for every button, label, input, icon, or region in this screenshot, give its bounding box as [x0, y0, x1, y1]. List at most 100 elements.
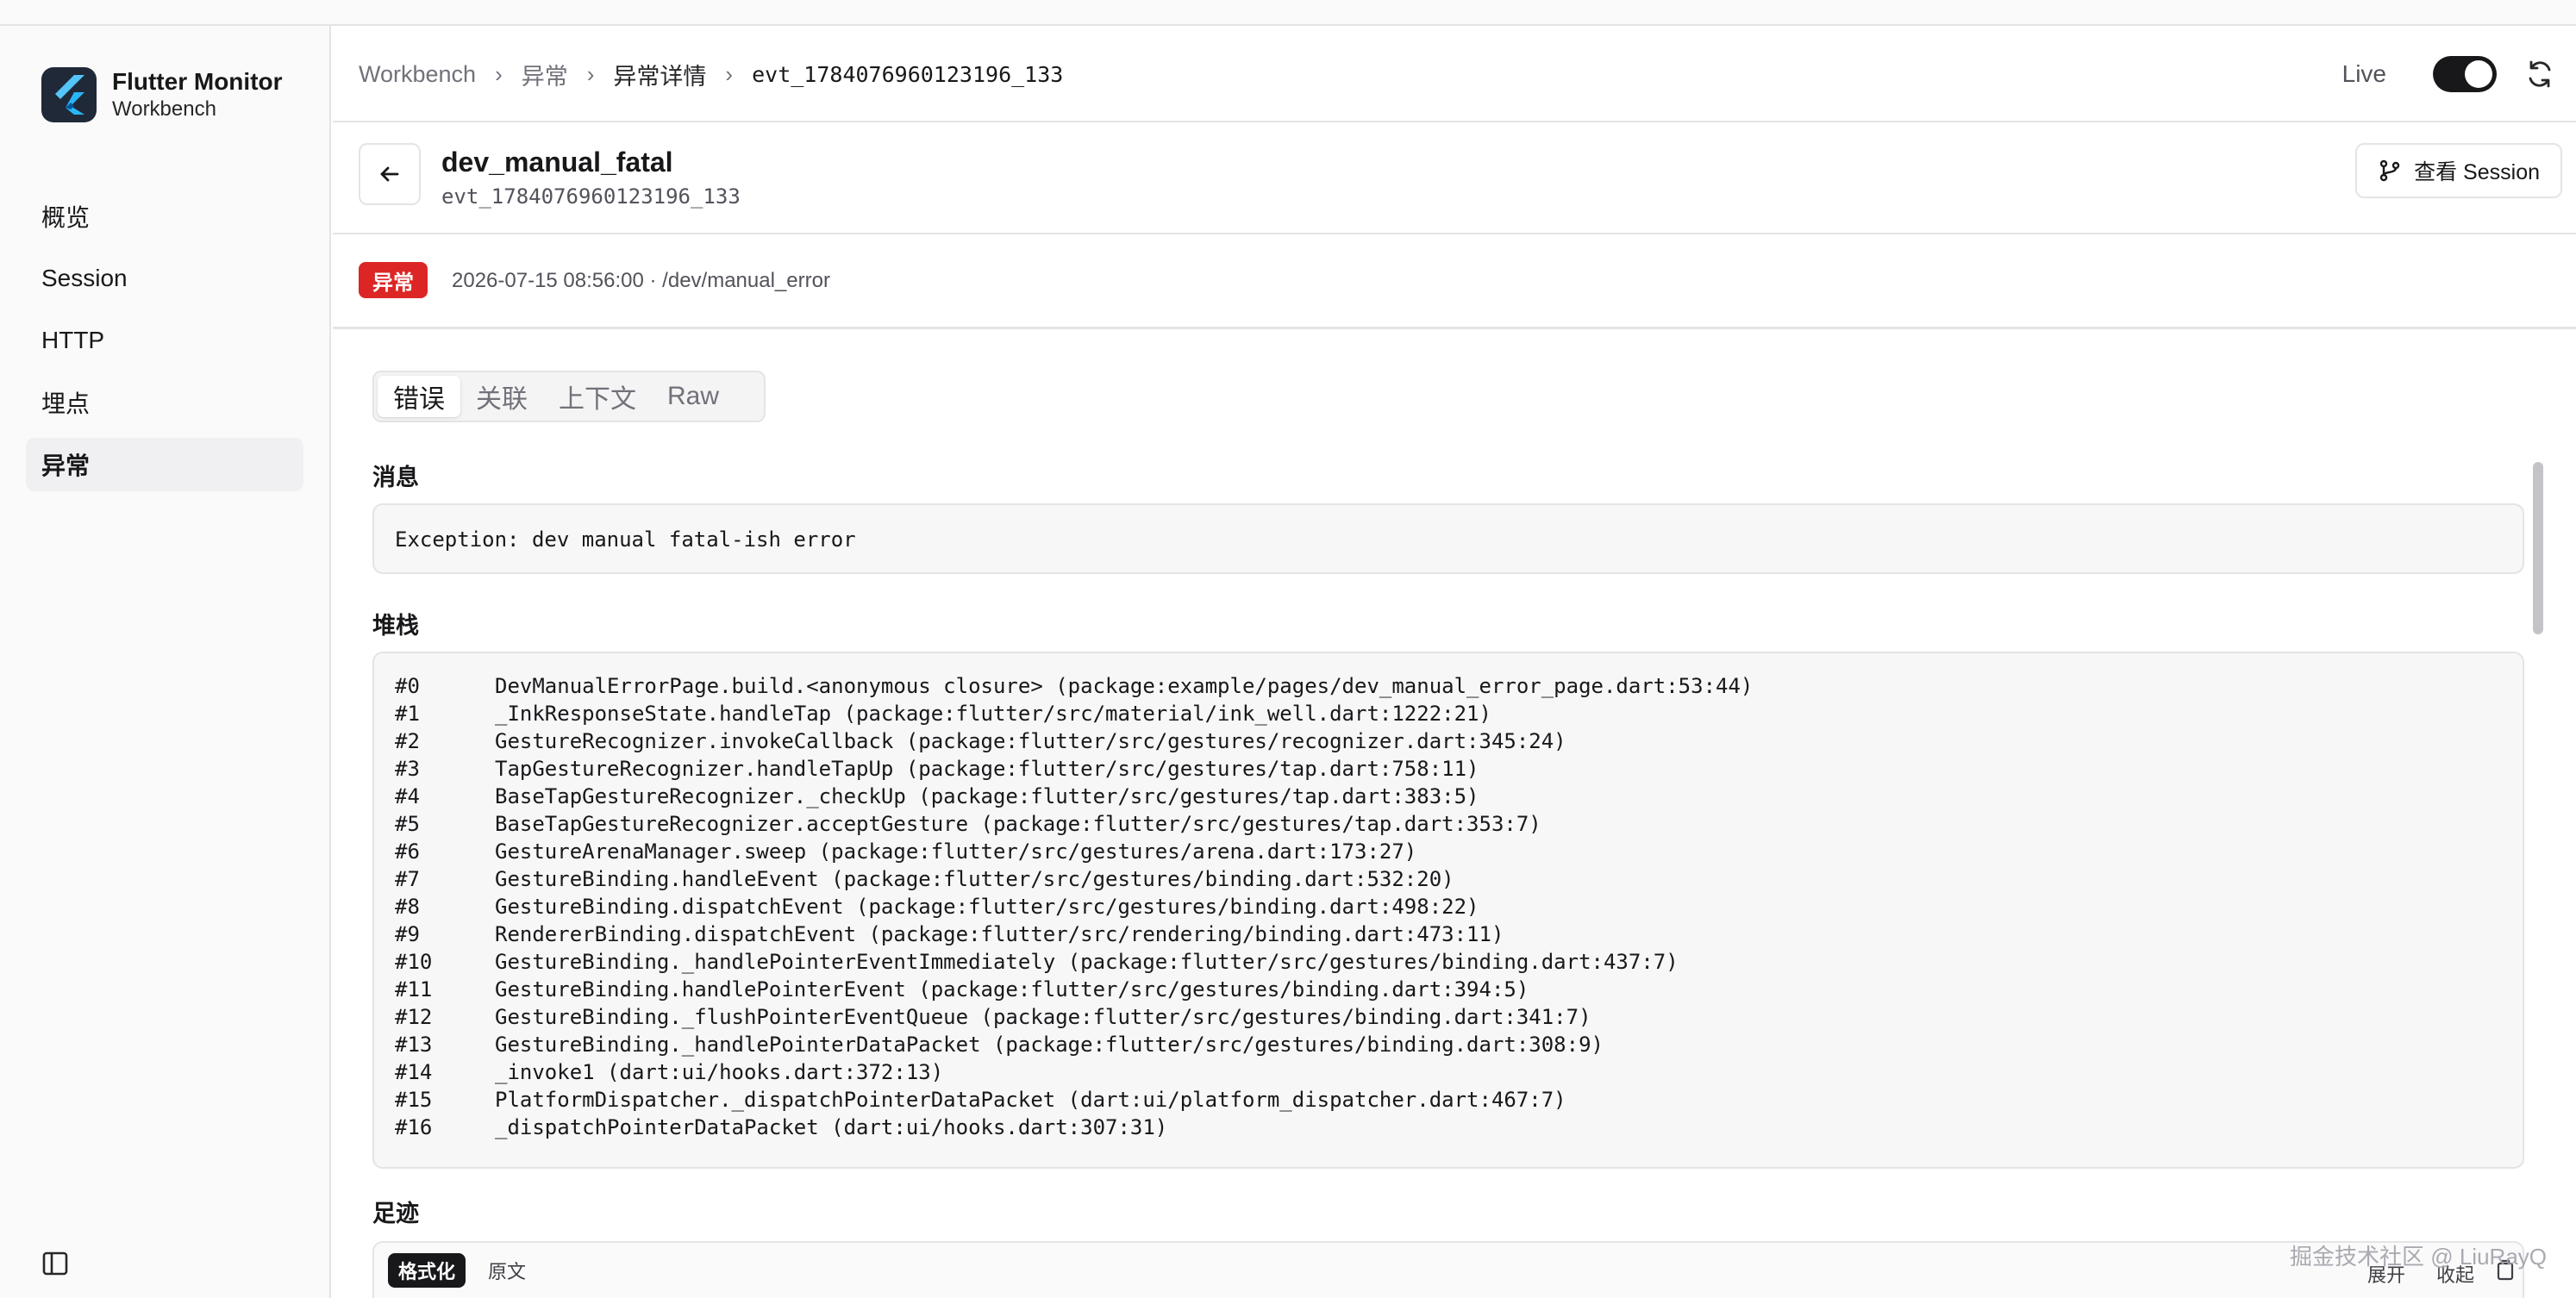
stack-frame-index: #14: [395, 1060, 433, 1084]
detail-tabs: 错误 关联 上下文 Raw: [372, 371, 766, 422]
tab-related[interactable]: 关联: [460, 376, 543, 417]
breadcrumb: Workbench › 异常 › 异常详情 › evt_178407696012…: [359, 26, 1063, 122]
tab-raw[interactable]: Raw: [652, 376, 735, 417]
live-controls: Live: [2342, 26, 2555, 122]
stack-frame: #9 RendererBinding.dispatchEvent (package…: [395, 920, 1753, 948]
scrollbar-thumb[interactable]: [2533, 462, 2543, 634]
stack-frame-text: BaseTapGestureRecognizer._checkUp (packa…: [495, 784, 1479, 808]
stack-frame-text: BaseTapGestureRecognizer.acceptGesture (…: [495, 812, 1541, 836]
stack-frame-text: GestureBinding._handlePointerEventImmedi…: [495, 950, 1679, 974]
stack-frame-text: _InkResponseState.handleTap (package:flu…: [495, 702, 1491, 726]
stack-frame-index: #11: [395, 977, 433, 1002]
stack-frame-text: GestureBinding.handlePointerEvent (packa…: [495, 977, 1529, 1002]
stack-frame-index: #13: [395, 1033, 433, 1057]
stack-frame-text: GestureBinding._flushPointerEventQueue (…: [495, 1005, 1591, 1029]
chevron-right-icon: ›: [495, 60, 503, 87]
error-message: Exception: dev manual fatal-ish error: [395, 527, 856, 552]
back-button[interactable]: [359, 143, 421, 205]
stack-frame: #7 GestureBinding.handleEvent (package:fl…: [395, 865, 1753, 893]
chevron-right-icon: ›: [586, 60, 595, 87]
view-session-label: 查看 Session: [2414, 160, 2540, 184]
footprint-tab-formatted[interactable]: 格式化: [388, 1253, 466, 1288]
watermark: 掘金技术社区 @ LiuRayQ: [2290, 1244, 2547, 1270]
stack-frame-index: #12: [395, 1005, 433, 1029]
stack-frame: #3 TapGestureRecognizer.handleTapUp (pack…: [395, 755, 1753, 783]
stack-heading: 堆栈: [372, 613, 419, 639]
stack-frame-text: DevManualErrorPage.build.<anonymous clos…: [495, 674, 1754, 698]
stack-frame-text: TapGestureRecognizer.handleTapUp (packag…: [495, 757, 1479, 781]
stack-frame-index: #3: [395, 757, 420, 781]
event-meta: 2026-07-15 08:56:00 · /dev/manual_error: [452, 269, 830, 292]
stack-frame-text: GestureBinding._handlePointerDataPacket …: [495, 1033, 1604, 1057]
stack-frame-text: RendererBinding.dispatchEvent (package:f…: [495, 922, 1504, 946]
message-heading: 消息: [372, 465, 419, 490]
top-header: Workbench › 异常 › 异常详情 › evt_178407696012…: [333, 26, 2576, 122]
stack-frame-text: GestureBinding.dispatchEvent (package:fl…: [495, 895, 1479, 919]
stack-frame-index: #4: [395, 784, 420, 808]
stack-frame-index: #8: [395, 895, 420, 919]
stack-frame: #15 PlatformDispatcher._dispatchPointerDa…: [395, 1086, 1753, 1114]
stack-frame: #1 _InkResponseState.handleTap (package:f…: [395, 700, 1753, 727]
git-branch-icon: [2379, 159, 2400, 182]
stack-frame-text: PlatformDispatcher._dispatchPointerDataP…: [495, 1088, 1566, 1112]
toggle-knob: [2465, 60, 2492, 88]
sidebar-toggle-icon[interactable]: [41, 1250, 69, 1277]
stack-frame: #4 BaseTapGestureRecognizer._checkUp (pac…: [395, 783, 1753, 810]
live-label: Live: [2342, 60, 2386, 87]
stack-frame-index: #7: [395, 867, 420, 891]
stack-frame-index: #2: [395, 729, 420, 753]
footprint-heading: 足迹: [372, 1201, 419, 1226]
sidebar-item-exceptions[interactable]: 异常: [26, 438, 303, 491]
stack-frame-index: #15: [395, 1088, 433, 1112]
app-subtitle: Workbench: [112, 97, 216, 121]
stack-frame: #16 _dispatchPointerDataPacket (dart:ui/h…: [395, 1114, 1753, 1141]
live-toggle[interactable]: [2433, 56, 2497, 92]
stack-frame: #12 GestureBinding._flushPointerEventQueu…: [395, 1003, 1753, 1031]
stack-frame: #10 GestureBinding._handlePointerEventImm…: [395, 948, 1753, 976]
view-session-button[interactable]: 查看 Session: [2355, 143, 2562, 198]
stack-frame-index: #10: [395, 950, 433, 974]
status-badge: 异常: [359, 262, 428, 298]
brand: Flutter Monitor Workbench: [41, 67, 283, 122]
breadcrumb-event-id: evt_1784076960123196_133: [752, 61, 1064, 87]
stack-box: #0 DevManualErrorPage.build.<anonymous cl…: [372, 652, 2524, 1169]
stack-frame-index: #6: [395, 839, 420, 864]
breadcrumb-workbench[interactable]: Workbench: [359, 61, 476, 88]
flutter-logo-icon: [41, 67, 97, 122]
app-title: Flutter Monitor: [112, 68, 283, 95]
detail-content: 错误 关联 上下文 Raw 消息 Exception: dev manual f…: [333, 331, 2576, 1298]
breadcrumb-exceptions[interactable]: 异常: [522, 58, 568, 91]
sidebar-item-http[interactable]: HTTP: [26, 314, 303, 367]
stack-frame: #11 GestureBinding.handlePointerEvent (pa…: [395, 976, 1753, 1003]
stack-trace: #0 DevManualErrorPage.build.<anonymous cl…: [395, 672, 1753, 1141]
stack-frame: #2 GestureRecognizer.invokeCallback (pack…: [395, 727, 1753, 755]
stack-frame-text: _dispatchPointerDataPacket (dart:ui/hook…: [495, 1115, 1168, 1139]
stack-frame-index: #0: [395, 674, 420, 698]
sidebar-item-overview[interactable]: 概览: [26, 190, 303, 243]
sidebar: Flutter Monitor Workbench 概览 Session HTT…: [0, 26, 331, 1298]
footprint-tab-raw[interactable]: 原文: [478, 1253, 536, 1288]
stack-frame-index: #5: [395, 812, 420, 836]
event-name: dev_manual_fatal: [441, 147, 673, 178]
arrow-left-icon: [380, 166, 399, 182]
message-box: Exception: dev manual fatal-ish error: [372, 503, 2524, 574]
stack-frame-text: GestureBinding.handleEvent (package:flut…: [495, 867, 1454, 891]
sidebar-item-label: 概览: [41, 204, 91, 231]
stack-frame-text: _invoke1 (dart:ui/hooks.dart:372:13): [495, 1060, 944, 1084]
sidebar-item-tracking[interactable]: 埋点: [26, 376, 303, 429]
event-id: evt_1784076960123196_133: [441, 184, 741, 209]
sidebar-item-session[interactable]: Session: [26, 252, 303, 305]
stack-frame: #5 BaseTapGestureRecognizer.acceptGesture…: [395, 810, 1753, 838]
sidebar-item-label: Session: [41, 265, 128, 291]
footprint-box: 格式化 原文 展开 收起: [372, 1241, 2524, 1298]
stack-frame-index: #1: [395, 702, 420, 726]
stack-frame: #0 DevManualErrorPage.build.<anonymous cl…: [395, 672, 1753, 700]
breadcrumb-exception-detail[interactable]: 异常详情: [613, 58, 706, 91]
tab-error[interactable]: 错误: [378, 376, 460, 417]
chevron-right-icon: ›: [725, 60, 734, 87]
stack-frame: #8 GestureBinding.dispatchEvent (package:…: [395, 893, 1753, 920]
browser-top-strip: [0, 0, 2576, 26]
refresh-icon[interactable]: [2524, 59, 2555, 90]
stack-frame: #13 GestureBinding._handlePointerDataPack…: [395, 1031, 1753, 1058]
tab-context[interactable]: 上下文: [543, 376, 652, 417]
